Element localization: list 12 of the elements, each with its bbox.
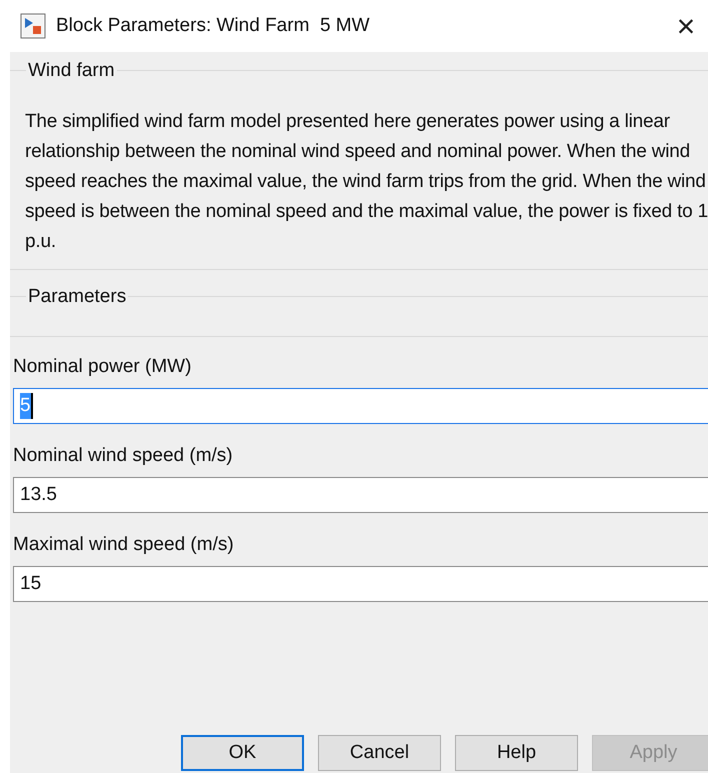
field-label: Maximal wind speed (m/s) — [13, 532, 235, 556]
block-icon — [20, 13, 46, 39]
window-title: Block Parameters: Wind Farm 5 MW — [56, 14, 370, 38]
input-field[interactable]: 15 — [13, 566, 708, 602]
close-button[interactable]: × — [668, 8, 704, 44]
dialog-button[interactable]: Cancel — [318, 735, 441, 771]
description-text: The simplified wind farm model presented here generates power using a linear relationship between the nominal wind speed and nominal power. When the wind speed reaches the maximal value, the wind farm trips from the grid. When the wind speed is between the nominal speed and the maximal value, the power is fixed to 1 p.u. — [25, 110, 708, 254]
dialog-button[interactable]: OK — [181, 735, 304, 771]
field-label: Nominal power (MW) — [13, 354, 192, 378]
dialog-button[interactable]: Help — [455, 735, 578, 771]
input-field[interactable]: 13.5 — [13, 476, 708, 512]
field-label: Nominal wind speed (m/s) — [13, 444, 234, 468]
